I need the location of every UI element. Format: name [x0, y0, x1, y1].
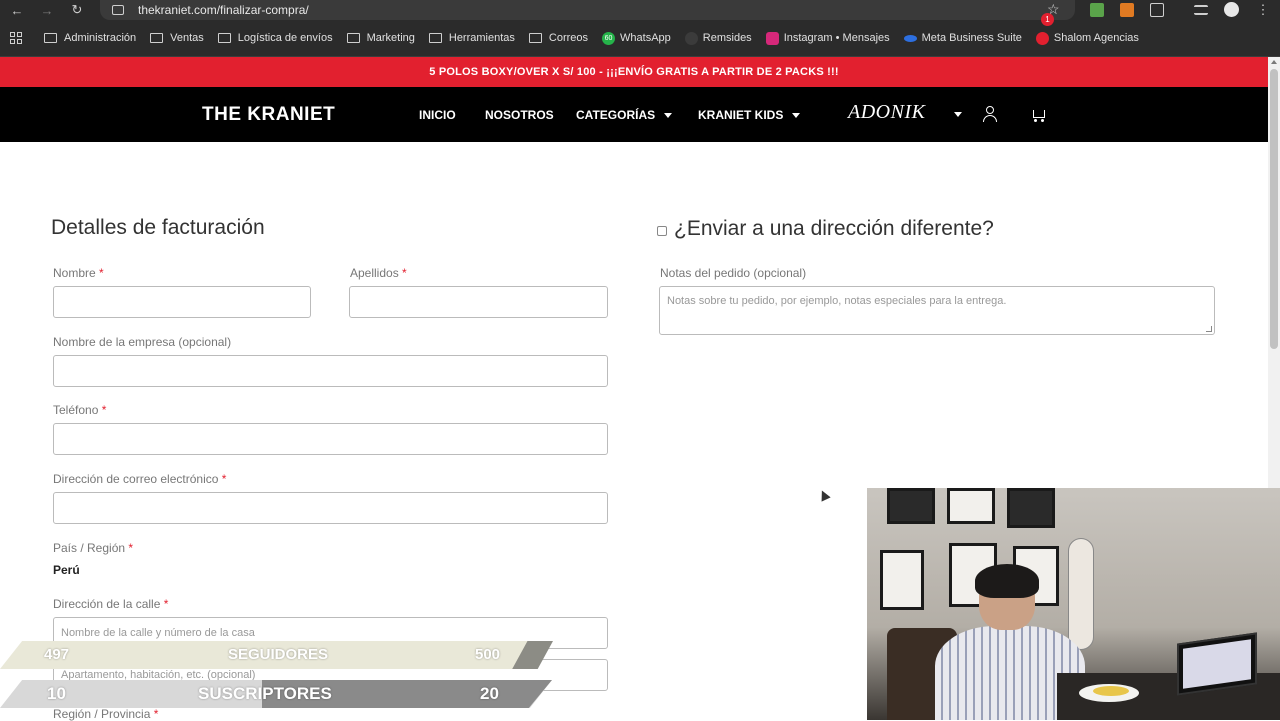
folder-icon: [44, 33, 57, 43]
order-notes-label: Notas del pedido (opcional): [660, 266, 807, 280]
bookmark-administracion[interactable]: Administración: [44, 32, 136, 44]
street2-placeholder: Apartamento, habitación, etc. (opcional): [61, 669, 256, 681]
person-hair: [975, 564, 1039, 598]
apps-grid-icon[interactable]: [10, 32, 22, 44]
cart-count-badge: 1: [1041, 13, 1054, 26]
address-bar[interactable]: thekraniet.com/finalizar-compra/: [100, 0, 1075, 20]
country-label: País / Región *: [53, 541, 134, 555]
wall-frame: [887, 488, 935, 524]
subscribers-current: 10: [47, 684, 66, 703]
bookmark-shalom[interactable]: Shalom Agencias: [1035, 31, 1139, 45]
site-logo[interactable]: THE KRANIET: [202, 104, 335, 126]
brand-logo[interactable]: ADONIK: [848, 101, 925, 124]
nav-kraniet-kids[interactable]: KRANIET KIDS: [698, 108, 801, 122]
user-icon[interactable]: [982, 106, 998, 124]
folder-icon: [346, 33, 360, 43]
meta-icon: [903, 34, 917, 42]
remsides-icon: [684, 31, 698, 45]
site-info-icon[interactable]: [112, 5, 124, 15]
street-label: Dirección de la calle *: [53, 597, 169, 611]
company-field[interactable]: [53, 355, 608, 387]
first-name-label: Nombre *: [53, 266, 104, 280]
media-control-icon[interactable]: [1194, 5, 1208, 15]
followers-current: 497: [44, 646, 70, 663]
ship-different-checkbox[interactable]: [657, 226, 667, 236]
followers-label: SEGUIDORES: [228, 646, 329, 663]
mouse-cursor-icon: [817, 488, 831, 502]
company-label: Nombre de la empresa (opcional): [53, 335, 232, 349]
bookmark-herramientas[interactable]: Herramientas: [428, 32, 515, 44]
bookmarks-bar: Administración Ventas Logística de envío…: [0, 20, 1280, 57]
country-value: Perú: [53, 563, 80, 577]
profile-avatar-icon[interactable]: [1224, 2, 1239, 17]
instagram-icon: [765, 31, 779, 45]
browser-menu-icon[interactable]: ⋮: [1252, 0, 1274, 20]
subscribers-goal: 20: [480, 684, 499, 703]
webcam-overlay: [867, 488, 1280, 720]
bookmark-remsides[interactable]: Remsides: [684, 31, 752, 45]
scroll-thumb[interactable]: [1270, 69, 1278, 349]
bookmark-instagram[interactable]: Instagram • Mensajes: [765, 31, 890, 45]
skateboard: [1068, 538, 1094, 650]
region-label: Región / Provincia *: [53, 707, 159, 721]
folder-icon: [150, 33, 164, 43]
cart-icon[interactable]: [1031, 108, 1047, 122]
billing-title: Detalles de facturación: [51, 216, 265, 239]
order-notes-placeholder: Notas sobre tu pedido, por ejemplo, nota…: [667, 295, 1007, 307]
followers-goal: 500: [475, 646, 501, 663]
bookmark-marketing[interactable]: Marketing: [346, 32, 415, 44]
shalom-icon: [1035, 31, 1049, 45]
bookmark-logistica[interactable]: Logística de envíos: [217, 32, 333, 44]
resize-handle-icon[interactable]: [1206, 326, 1212, 332]
bookmark-ventas[interactable]: Ventas: [150, 32, 204, 44]
first-name-field[interactable]: [53, 286, 311, 318]
folder-icon: [428, 33, 442, 43]
street-placeholder: Nombre de la calle y número de la casa: [61, 627, 255, 639]
chevron-down-icon: [792, 113, 801, 119]
last-name-field[interactable]: [349, 286, 608, 318]
back-icon[interactable]: ←: [6, 0, 28, 20]
email-label: Dirección de correo electrónico *: [53, 472, 227, 486]
nav-categorias[interactable]: CATEGORÍAS: [576, 108, 673, 122]
nav-nosotros[interactable]: NOSOTROS: [485, 108, 554, 122]
whatsapp-icon: 60: [602, 31, 616, 45]
bookmark-whatsapp[interactable]: 60 WhatsApp: [602, 31, 671, 45]
phone-label: Teléfono *: [53, 403, 107, 417]
extension-x-icon[interactable]: [1120, 3, 1134, 17]
extensions-puzzle-icon[interactable]: [1150, 3, 1164, 17]
folder-icon: [528, 33, 542, 43]
wall-frame: [1007, 488, 1055, 528]
url-text[interactable]: thekraniet.com/finalizar-compra/: [138, 3, 309, 17]
scroll-up-icon[interactable]: [1271, 60, 1277, 64]
chevron-down-icon: [664, 113, 673, 119]
site-header: THE KRANIET INICIO NOSOTROS CATEGORÍAS K…: [0, 87, 1268, 142]
reload-icon[interactable]: ↻: [66, 0, 88, 20]
wall-frame: [947, 488, 995, 524]
folder-icon: [217, 33, 231, 43]
extension-sheets-icon[interactable]: [1090, 3, 1104, 17]
phone-field[interactable]: [53, 423, 608, 455]
email-field[interactable]: [53, 492, 608, 524]
promo-banner: 5 POLOS BOXY/OVER X S/ 100 - ¡¡¡ENVÍO GR…: [0, 57, 1268, 87]
forward-icon[interactable]: →: [36, 0, 58, 20]
food: [1093, 686, 1129, 696]
bookmark-correos[interactable]: Correos: [528, 32, 588, 44]
wall-frame: [880, 550, 924, 610]
order-notes-textarea[interactable]: Notas sobre tu pedido, por ejemplo, nota…: [659, 286, 1215, 335]
chevron-down-icon[interactable]: [954, 112, 962, 117]
last-name-label: Apellidos *: [350, 266, 407, 280]
nav-inicio[interactable]: INICIO: [419, 108, 456, 122]
bookmark-meta[interactable]: Meta Business Suite: [903, 32, 1022, 44]
subscribers-label: SUSCRIPTORES: [198, 684, 332, 703]
ship-different-title[interactable]: ¿Enviar a una dirección diferente?: [674, 217, 994, 241]
